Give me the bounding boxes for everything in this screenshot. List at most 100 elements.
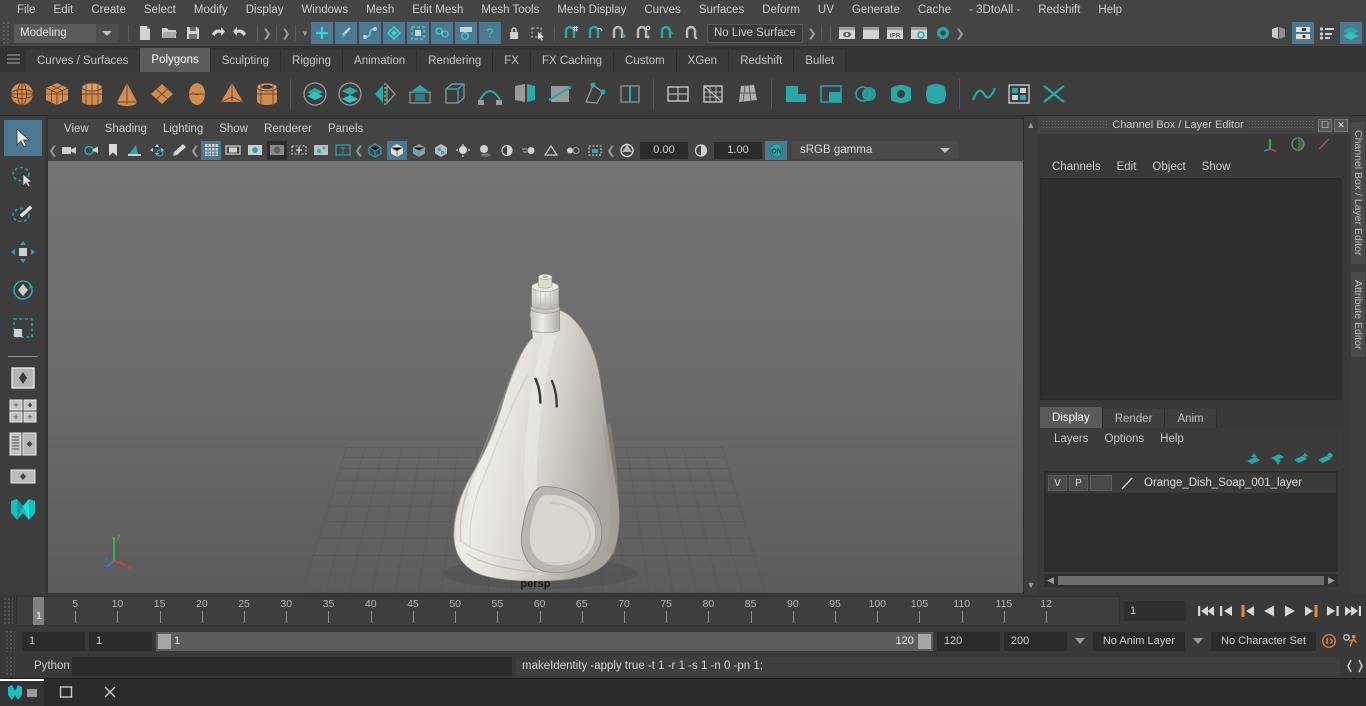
resolution-gate-icon[interactable]: [245, 141, 265, 160]
new-scene-icon[interactable]: [134, 22, 156, 44]
snap-to-curve-icon[interactable]: [584, 22, 606, 44]
multisample-icon[interactable]: [541, 141, 561, 160]
anim-layer-selector[interactable]: No Anim Layer: [1092, 631, 1186, 651]
shadows-icon[interactable]: [475, 141, 495, 160]
select-components-mask-icon[interactable]: [407, 22, 429, 44]
create-layer-from-selected-icon[interactable]: [1317, 452, 1334, 469]
film-origin-icon[interactable]: [289, 141, 309, 160]
animation-preferences-icon[interactable]: [1342, 632, 1360, 651]
channelbox-menu-channels[interactable]: Channels: [1044, 159, 1109, 175]
statusline-drag-handle[interactable]: [2, 21, 11, 45]
ipr-render-icon[interactable]: IPR: [884, 22, 906, 44]
move-tool[interactable]: [4, 234, 42, 270]
layer-visibility-toggle[interactable]: V: [1048, 475, 1067, 491]
step-back-frame-icon[interactable]: [1238, 601, 1257, 621]
menu-set-selector[interactable]: Modeling: [14, 23, 96, 43]
select-by-object-icon[interactable]: [335, 22, 357, 44]
isolate-select-icon[interactable]: [585, 141, 605, 160]
poly-cylinder-icon[interactable]: [74, 75, 109, 113]
boolean-intersection-icon[interactable]: [848, 75, 883, 113]
scroll-right-arrow[interactable]: ▶: [1325, 575, 1338, 586]
shelf-tab-fx[interactable]: FX: [493, 50, 531, 72]
connect-icon[interactable]: [612, 75, 647, 113]
time-slider-drag-handle[interactable]: [3, 597, 13, 625]
menu-item-help[interactable]: Help: [1089, 0, 1131, 20]
live-surface-field[interactable]: No Live Surface: [707, 23, 803, 43]
anim-layer-dropdown-arrow[interactable]: [1071, 632, 1089, 651]
layer-tab-render[interactable]: Render: [1102, 409, 1166, 428]
shelf-tab-polygons[interactable]: Polygons: [140, 48, 211, 72]
two-d-pan-zoom-icon[interactable]: [147, 141, 167, 160]
smooth-icon[interactable]: [695, 75, 730, 113]
camera-attributes-icon[interactable]: [81, 141, 101, 160]
exposure-value[interactable]: 0.00: [640, 141, 688, 159]
outliner-persp-layout[interactable]: [4, 429, 42, 459]
viewport-menu-lighting[interactable]: Lighting: [155, 121, 211, 137]
wireframe-shading-icon[interactable]: [365, 141, 385, 160]
paint-select-tool[interactable]: [4, 196, 42, 232]
poly-pipe-icon[interactable]: [249, 75, 284, 113]
playback-start-time-field[interactable]: 1: [89, 631, 152, 651]
poly-plane-icon[interactable]: [144, 75, 179, 113]
render-settings-icon[interactable]: [908, 22, 930, 44]
animation-start-time-field[interactable]: 1: [22, 631, 85, 651]
step-forward-keyframe-icon[interactable]: [1322, 601, 1341, 621]
shelf-tab-xgen[interactable]: XGen: [676, 50, 730, 72]
shelf-tab-sculpting[interactable]: Sculpting: [210, 50, 282, 72]
shelf-tab-redshift[interactable]: Redshift: [729, 50, 795, 72]
script-editor-icon[interactable]: [1344, 656, 1366, 676]
menu-item-generate[interactable]: Generate: [843, 0, 909, 20]
layer-row[interactable]: V P Orange_Dish_Soap_001_layer: [1046, 473, 1336, 493]
toolbar-grip[interactable]: ❮: [48, 142, 58, 158]
hypergraph-persp-layout[interactable]: [4, 462, 42, 492]
channelbox-menu-object[interactable]: Object: [1144, 159, 1193, 175]
poly-cone-icon[interactable]: [109, 75, 144, 113]
collapse-section-icon[interactable]: ❯: [955, 25, 965, 41]
move-layer-down-icon[interactable]: [1269, 452, 1286, 469]
select-by-component-icon[interactable]: [359, 22, 381, 44]
wireframe-on-shaded-icon[interactable]: [409, 141, 429, 160]
layer-color-swatch[interactable]: [1118, 475, 1136, 491]
film-gate-icon[interactable]: [223, 141, 243, 160]
shelf-tab-rigging[interactable]: Rigging: [281, 50, 344, 72]
shelf-drag-handle[interactable]: [0, 46, 26, 72]
viewport-menu-renderer[interactable]: Renderer: [256, 121, 320, 137]
window-icon[interactable]: [44, 679, 88, 706]
shelf-tab-animation[interactable]: Animation: [343, 50, 418, 72]
scroll-down-arrow[interactable]: ▼: [1027, 580, 1036, 590]
slash-toggle-icon[interactable]: [1316, 136, 1332, 155]
auto-keyframe-icon[interactable]: [1320, 632, 1338, 651]
separate-icon[interactable]: [332, 75, 367, 113]
select-surface-mask-icon[interactable]: [431, 22, 453, 44]
close-icon[interactable]: [88, 679, 132, 706]
range-end-handle[interactable]: [917, 633, 931, 649]
play-forwards-icon[interactable]: [1280, 601, 1299, 621]
layermenu-help[interactable]: Help: [1152, 431, 1192, 447]
image-plane-icon[interactable]: [125, 141, 145, 160]
quad-draw-icon[interactable]: [660, 75, 695, 113]
panel-drag-handle-left[interactable]: [1042, 120, 1109, 130]
perspective-viewport[interactable]: y z x persp: [48, 161, 1023, 593]
modeling-mode-icon[interactable]: [383, 22, 405, 44]
poly-torus-icon[interactable]: [179, 75, 214, 113]
move-layer-up-icon[interactable]: [1245, 452, 1262, 469]
shelf-tab-bullet[interactable]: Bullet: [794, 50, 847, 72]
viewport-menu-view[interactable]: View: [56, 121, 97, 137]
render-mask-icon[interactable]: [455, 22, 477, 44]
fill-hole-icon[interactable]: [883, 75, 918, 113]
menu-item-curves[interactable]: Curves: [635, 0, 689, 20]
exposure-icon[interactable]: [617, 141, 637, 160]
grease-pencil-icon[interactable]: [169, 141, 189, 160]
mirror-icon[interactable]: [367, 75, 402, 113]
shelf-tab-fx-caching[interactable]: FX Caching: [530, 50, 615, 72]
scale-tool[interactable]: [4, 310, 42, 346]
character-set-selector[interactable]: No Character Set: [1211, 631, 1316, 651]
vertical-tab-channel-box-layer-editor[interactable]: Channel Box / Layer Editor: [1351, 122, 1365, 264]
channelbox-menu-show[interactable]: Show: [1194, 159, 1239, 175]
viewport-vertical-scrollbar[interactable]: ▲ ▼: [1024, 116, 1038, 594]
menu-item-mesh-display[interactable]: Mesh Display: [548, 0, 635, 20]
shelf-tab-rendering[interactable]: Rendering: [417, 50, 494, 72]
menu-item-surfaces[interactable]: Surfaces: [690, 0, 753, 20]
motion-blur-icon[interactable]: [519, 141, 539, 160]
command-language-label[interactable]: Python: [22, 660, 70, 672]
